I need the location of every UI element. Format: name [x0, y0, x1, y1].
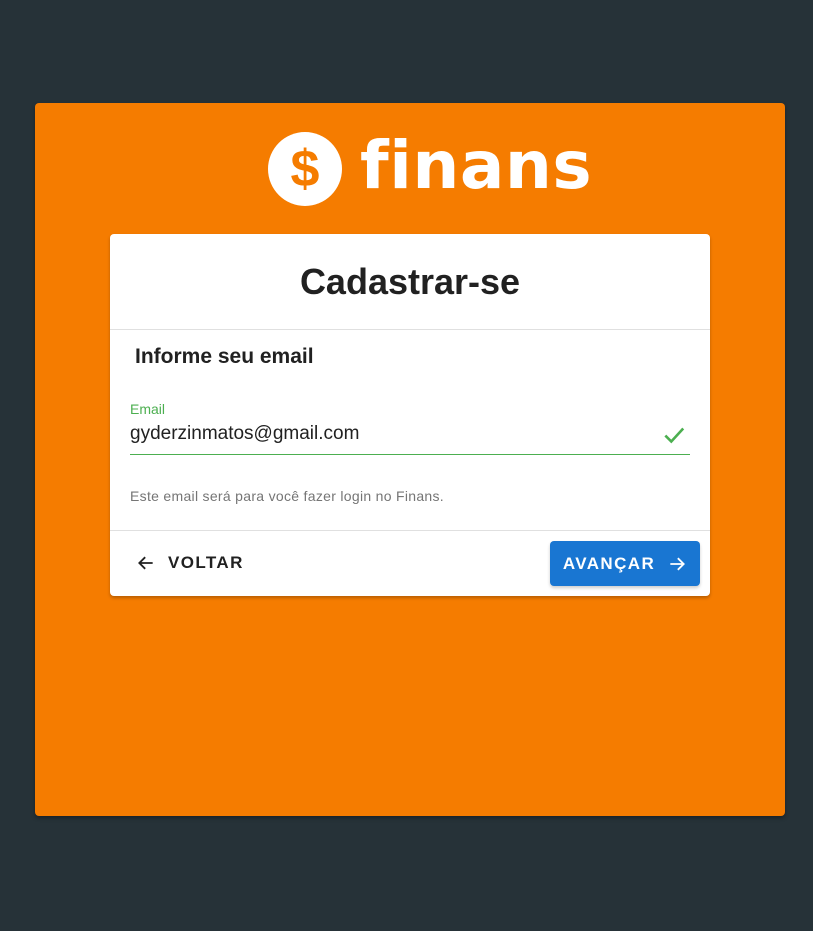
next-button[interactable]: AVANÇAR: [550, 541, 700, 586]
arrow-left-icon: [138, 556, 153, 570]
arrow-right-icon: [670, 557, 686, 570]
title-divider: [110, 329, 710, 330]
section-heading: Informe seu email: [135, 345, 314, 368]
email-field-label: Email: [130, 401, 166, 417]
email-field[interactable]: [130, 420, 660, 448]
signup-card: Cadastrar-se Informe seu email Email Est…: [110, 234, 710, 596]
check-icon: [664, 427, 685, 444]
brand-logo: $ finans: [268, 132, 592, 206]
email-field-underline: [130, 454, 690, 455]
back-button[interactable]: VOLTAR: [130, 543, 250, 583]
dollar-coin-icon: $: [268, 132, 342, 206]
logo-symbol: $: [290, 140, 320, 198]
actions-divider: [110, 530, 710, 531]
email-hint: Este email será para você fazer login no…: [130, 488, 444, 504]
page-title: Cadastrar-se: [299, 260, 521, 302]
next-button-label: AVANÇAR: [562, 553, 656, 573]
back-button-label: VOLTAR: [168, 553, 244, 572]
brand-name: finans: [360, 127, 593, 204]
